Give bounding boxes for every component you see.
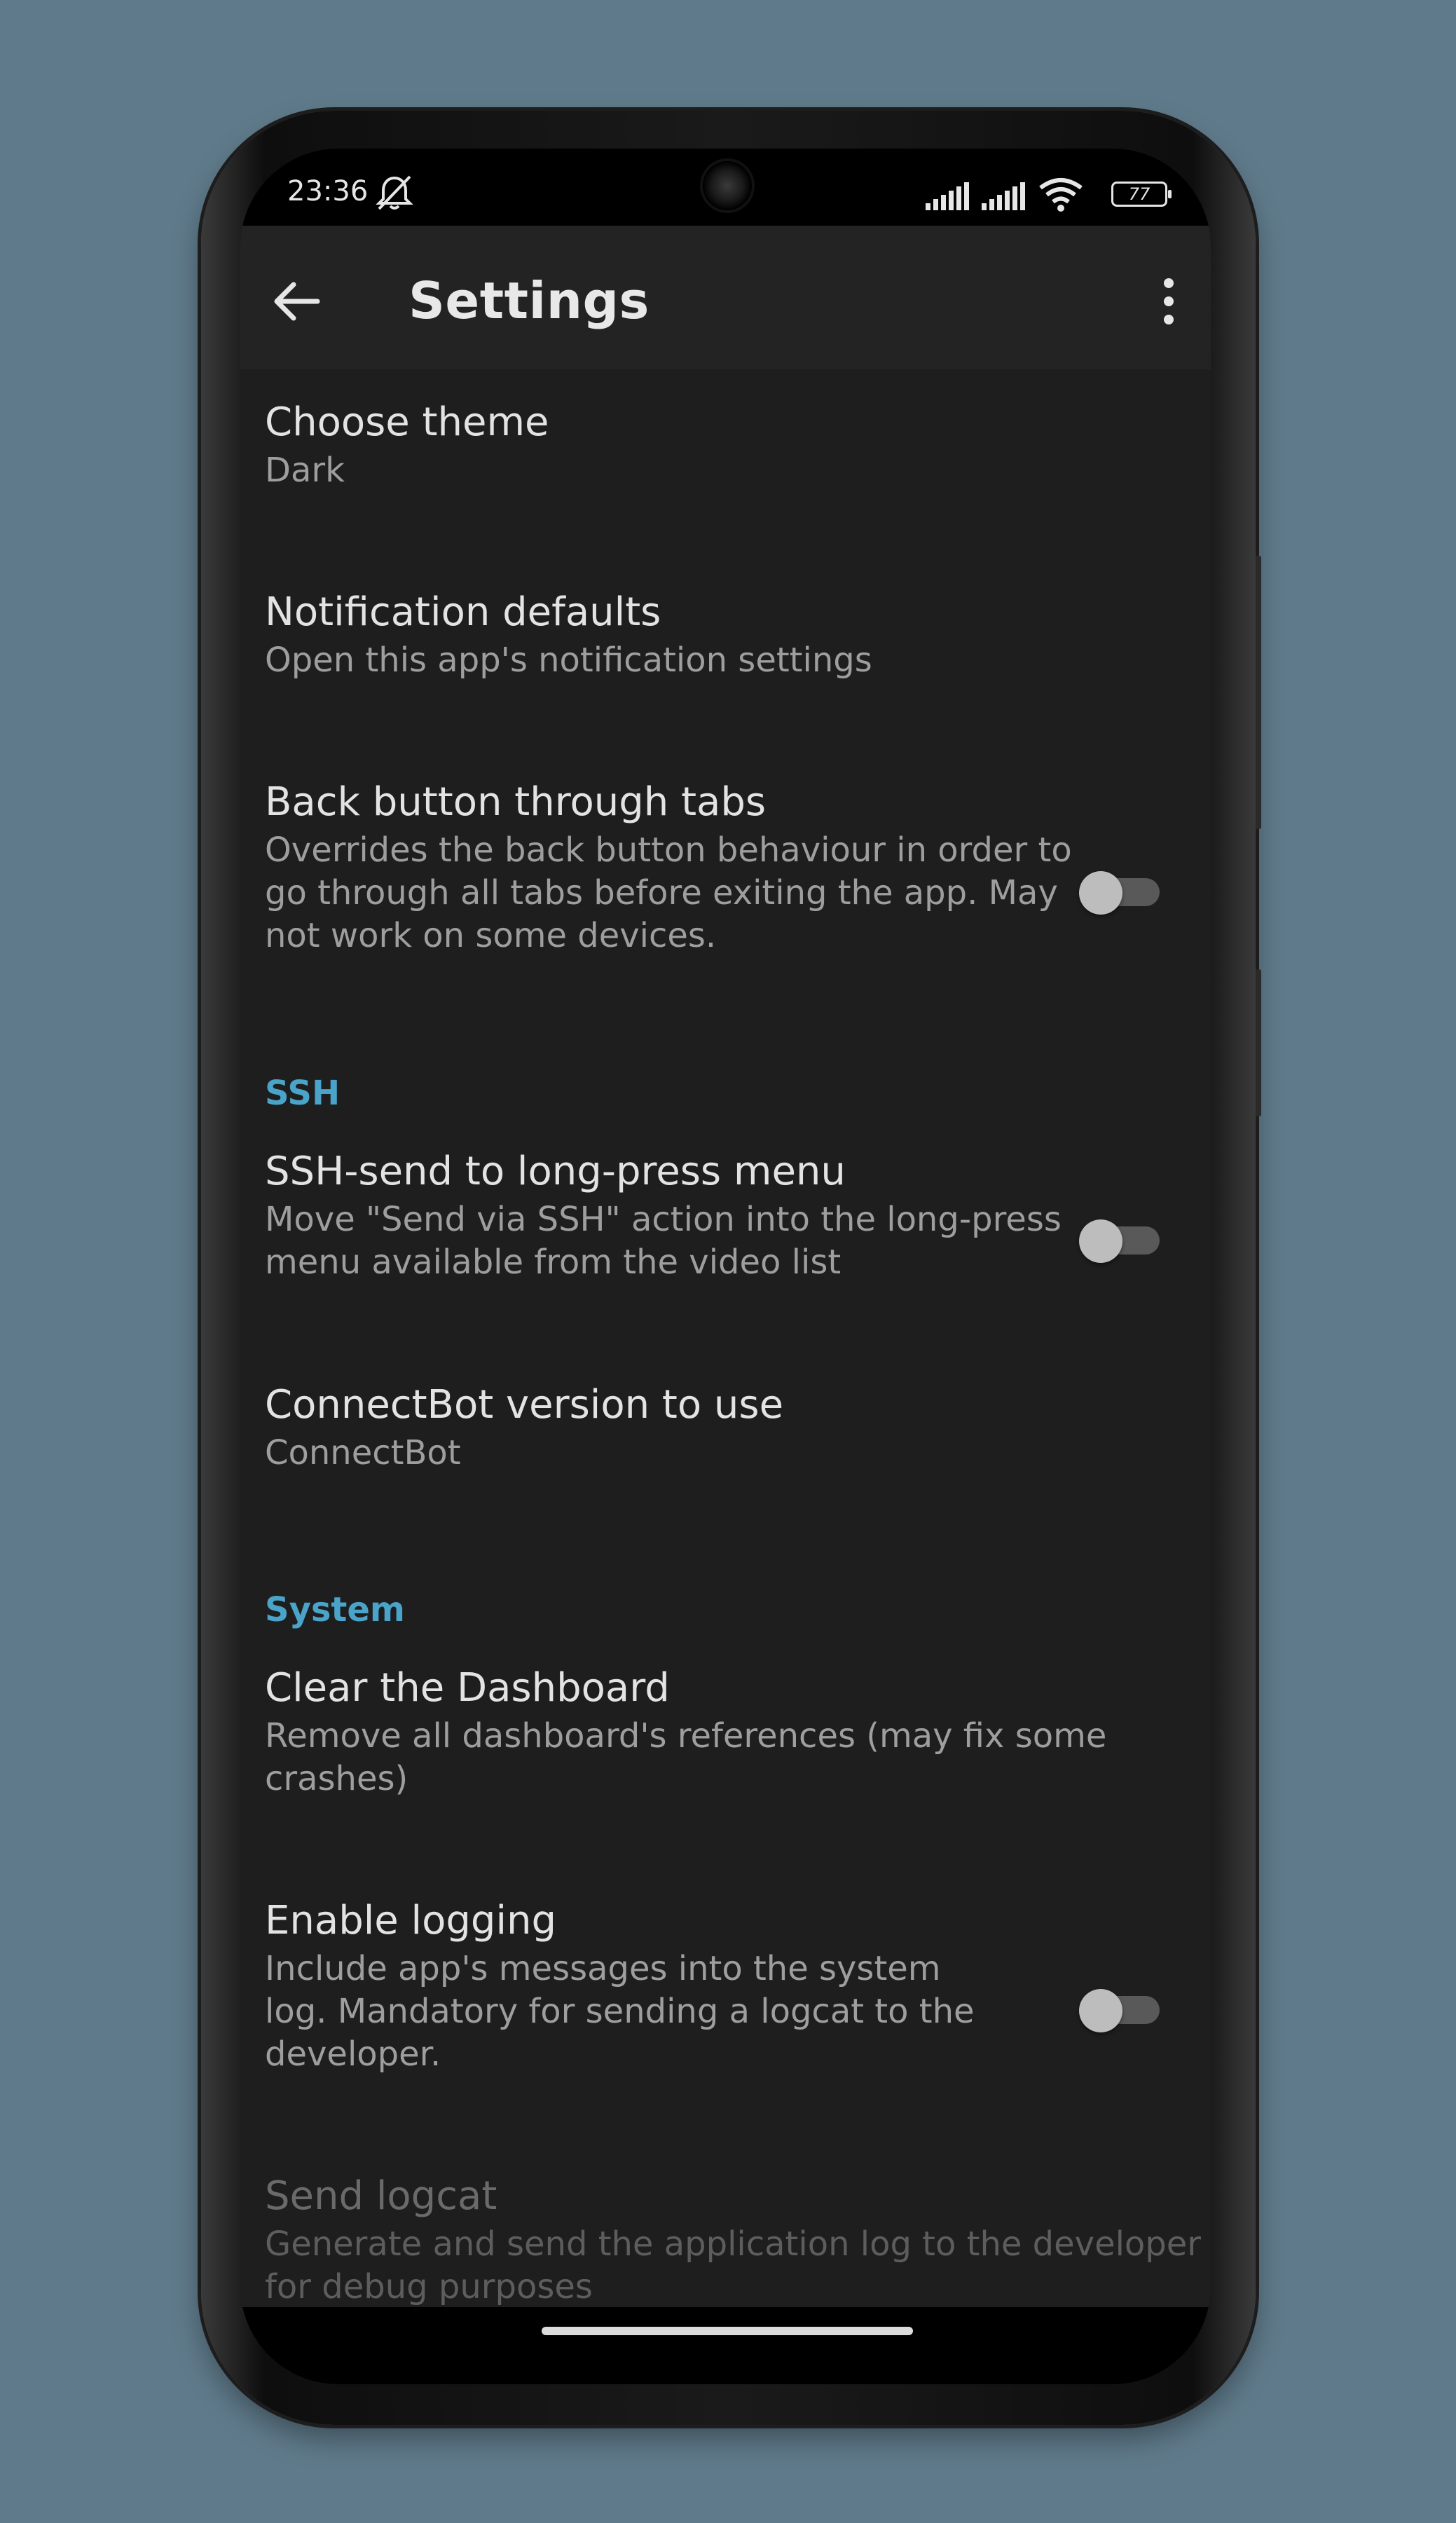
summary-line: go through all tabs before exiting the a… [265, 873, 1058, 912]
status-bar: 23:36 77 [240, 149, 1211, 226]
pref-summary: ConnectBot [265, 1433, 461, 1472]
front-camera [703, 161, 752, 210]
summary-line: menu available from the video list [265, 1243, 842, 1282]
battery-icon: 77 [1111, 182, 1172, 207]
switch-thumb [1079, 871, 1122, 915]
switch-thumb [1079, 1219, 1122, 1263]
pref-summary: Include app's messages into the system l… [265, 1948, 987, 2076]
pref-ssh-send[interactable]: SSH-send to long-press menu Move "Send v… [265, 1147, 1211, 1284]
summary-line: crashes) [265, 1759, 408, 1798]
pref-title: Choose theme [265, 399, 549, 445]
pref-enable-logging[interactable]: Enable logging Include app's messages in… [265, 1896, 1211, 2076]
home-gesture-bar[interactable] [542, 2327, 913, 2335]
summary-line: Move "Send via SSH" action into the long… [265, 1200, 1062, 1239]
pref-summary: Remove all dashboard's references (may f… [265, 1715, 1211, 1800]
back-button-tabs-switch[interactable] [1079, 861, 1163, 917]
summary-line: Include app's messages into the system [265, 1949, 941, 1988]
ssh-send-switch[interactable] [1079, 1210, 1163, 1266]
summary-line: for debug purposes [265, 2267, 593, 2306]
pref-summary: Move "Send via SSH" action into the long… [265, 1198, 1211, 1284]
silent-icon [376, 175, 413, 210]
arrow-left-icon[interactable] [268, 273, 324, 329]
pref-summary: Generate and send the application log to… [265, 2223, 1211, 2309]
more-vertical-icon[interactable] [1148, 273, 1190, 329]
category-system: System [265, 1590, 405, 1629]
volume-button [1256, 556, 1261, 829]
summary-line: Generate and send the application log to… [265, 2224, 1202, 2264]
pref-connectbot-version[interactable]: ConnectBot version to use ConnectBot [265, 1380, 1211, 1475]
screen: 23:36 77 Settings Choose theme Dark Noti… [240, 149, 1211, 2384]
pref-clear-dashboard[interactable]: Clear the Dashboard Remove all dashboard… [265, 1663, 1211, 1800]
summary-line: not work on some devices. [265, 916, 717, 955]
pref-title: Send logcat [265, 2173, 497, 2219]
pref-back-button-tabs[interactable]: Back button through tabs Overrides the b… [265, 777, 1211, 957]
pref-title: Clear the Dashboard [265, 1665, 670, 1711]
pref-title: Back button through tabs [265, 779, 767, 825]
page-title: Settings [408, 271, 650, 330]
pref-title: Notification defaults [265, 589, 661, 635]
wifi-icon [1039, 178, 1083, 212]
navigation-bar [240, 2307, 1211, 2384]
category-ssh: SSH [265, 1074, 341, 1113]
power-button [1256, 969, 1261, 1116]
pref-summary: Dark [265, 451, 345, 490]
app-toolbar: Settings [240, 226, 1211, 369]
summary-line: Remove all dashboard's references (may f… [265, 1716, 1107, 1756]
pref-title: Enable logging [265, 1898, 557, 1943]
signal-icon [982, 182, 1025, 210]
summary-line: developer. [265, 2035, 441, 2074]
signal-icon [926, 182, 969, 210]
pref-title: SSH-send to long-press menu [265, 1149, 846, 1194]
pref-choose-theme[interactable]: Choose theme Dark [265, 397, 1211, 492]
status-time: 23:36 [287, 175, 369, 207]
pref-send-logcat: Send logcat Generate and send the applic… [265, 2171, 1211, 2309]
pref-summary: Open this app's notification settings [265, 641, 872, 680]
switch-thumb [1079, 1989, 1122, 2032]
pref-title: ConnectBot version to use [265, 1382, 784, 1428]
pref-summary: Overrides the back button behaviour in o… [265, 829, 1211, 957]
summary-line: Overrides the back button behaviour in o… [265, 830, 1072, 870]
pref-notification-defaults[interactable]: Notification defaults Open this app's no… [265, 587, 1211, 682]
summary-line: log. Mandatory for sending a logcat to t… [265, 1992, 975, 2031]
enable-logging-switch[interactable] [1079, 1979, 1163, 2035]
